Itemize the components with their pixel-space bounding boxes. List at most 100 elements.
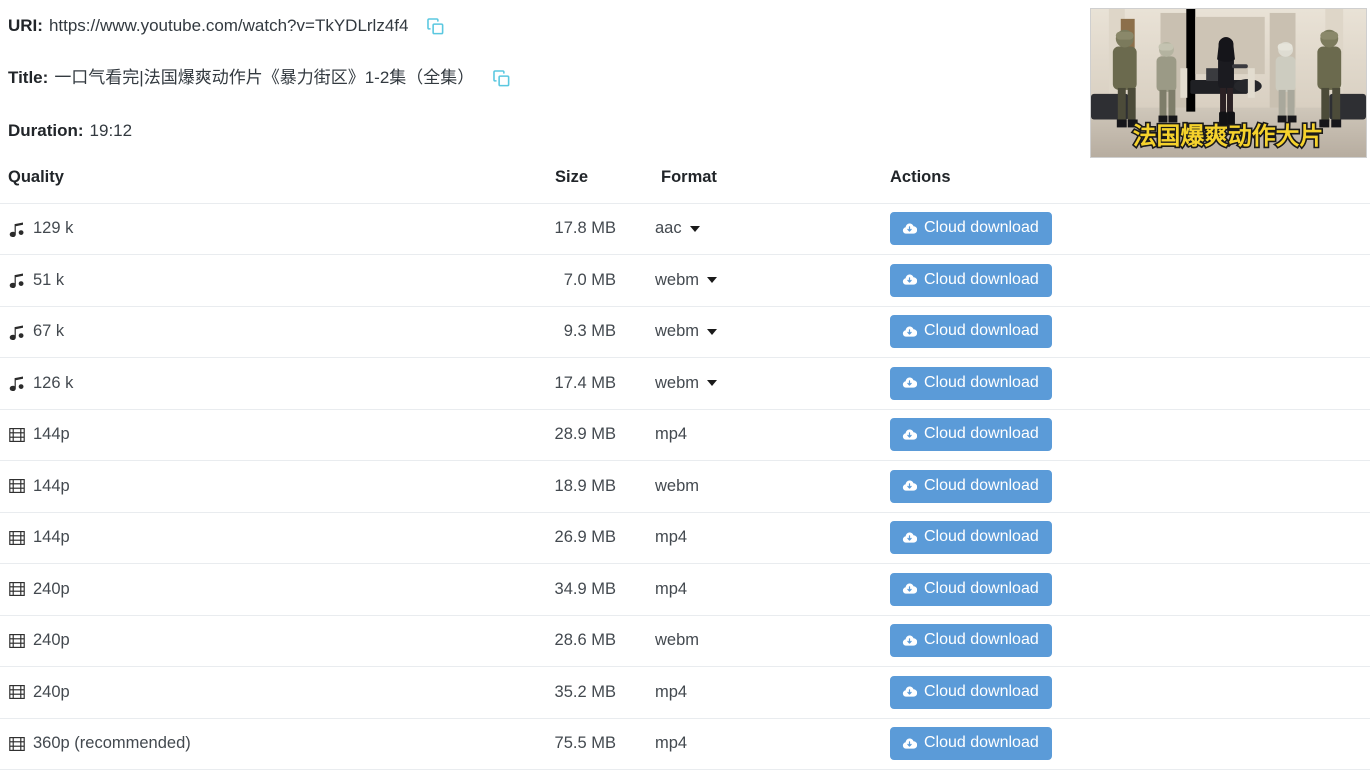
chevron-down-icon[interactable] [707, 380, 718, 387]
size-label: 28.6 MB [554, 631, 616, 650]
table-row: 129 k 17.8 MB aac Cloud download [0, 203, 1370, 255]
film-icon [8, 581, 25, 597]
film-icon [8, 530, 25, 546]
chevron-down-icon[interactable] [707, 277, 718, 284]
duration-value: 19:12 [89, 121, 133, 141]
title-label: Title: [8, 68, 49, 88]
cloud-download-icon [902, 324, 917, 339]
cell-size: 28.6 MB [545, 615, 655, 667]
cell-format: mp4 [655, 563, 890, 616]
cell-quality: 51 k [0, 254, 545, 307]
cloud-download-icon [902, 427, 917, 442]
cell-actions: Cloud download [890, 409, 1370, 461]
film-icon [8, 684, 25, 700]
cloud-download-label: Cloud download [924, 682, 1039, 700]
formats-table: Quality Size Format Actions 129 k 17.8 MB… [0, 158, 1370, 770]
format-label: webm [655, 476, 700, 495]
copy-icon[interactable] [492, 69, 511, 88]
table-row: 51 k 7.0 MB webm Cloud download [0, 254, 1370, 307]
film-icon [8, 478, 25, 494]
cell-size: 26.9 MB [545, 512, 655, 564]
cell-format: mp4 [655, 512, 890, 564]
column-header-format: Format [655, 158, 890, 204]
cloud-download-label: Cloud download [924, 476, 1039, 494]
cloud-download-icon [902, 221, 917, 236]
table-header-row: Quality Size Format Actions [0, 158, 1370, 204]
cell-quality: 144p [0, 460, 545, 513]
format-label: webm [655, 631, 700, 650]
cloud-download-icon [902, 581, 917, 596]
cloud-download-label: Cloud download [924, 734, 1039, 752]
duration-label: Duration: [8, 121, 84, 141]
cloud-download-button[interactable]: Cloud download [890, 263, 1052, 297]
cloud-download-label: Cloud download [924, 373, 1039, 391]
table-row: 240p 28.6 MB webm Cloud download [0, 615, 1370, 667]
thumbnail-image: 法国爆爽动作大片 [1091, 9, 1366, 157]
film-icon [8, 736, 25, 752]
chevron-down-icon[interactable] [689, 225, 700, 232]
cell-format: mp4 [655, 409, 890, 461]
cell-actions: Cloud download [890, 357, 1370, 410]
cloud-download-button[interactable]: Cloud download [890, 469, 1052, 503]
cloud-download-button[interactable]: Cloud download [890, 624, 1052, 658]
cloud-download-label: Cloud download [924, 425, 1039, 443]
column-header-actions: Actions [890, 158, 1370, 204]
cell-format: mp4 [655, 666, 890, 719]
table-row: 144p 26.9 MB mp4 Cloud download [0, 512, 1370, 564]
cloud-download-label: Cloud download [924, 579, 1039, 597]
size-label: 75.5 MB [554, 734, 616, 753]
cell-quality: 144p [0, 512, 545, 564]
cloud-download-button[interactable]: Cloud download [890, 521, 1052, 555]
cell-format: webm [655, 460, 890, 513]
thumbnail-overlay-text: 法国爆爽动作大片 [1133, 122, 1324, 150]
size-label: 17.8 MB [554, 219, 616, 238]
size-label: 7.0 MB [563, 270, 616, 289]
cloud-download-button[interactable]: Cloud download [890, 727, 1052, 761]
table-header: Quality Size Format Actions [0, 158, 1370, 204]
copy-icon[interactable] [426, 17, 445, 36]
format-label: webm [655, 322, 700, 341]
cloud-download-button[interactable]: Cloud download [890, 572, 1052, 606]
cell-actions: Cloud download [890, 718, 1370, 770]
chevron-down-icon[interactable] [707, 328, 718, 335]
cloud-download-button[interactable]: Cloud download [890, 315, 1052, 349]
format-label: mp4 [655, 579, 688, 598]
cell-size: 17.8 MB [545, 203, 655, 255]
cloud-download-label: Cloud download [924, 322, 1039, 340]
title-value: 一口气看完|法国爆爽动作片《暴力街区》1-2集（全集） [54, 68, 475, 88]
cell-quality: 129 k [0, 203, 545, 255]
cell-actions: Cloud download [890, 615, 1370, 667]
cloud-download-icon [902, 272, 917, 287]
uri-value: https://www.youtube.com/watch?v=TkYDLrlz… [48, 15, 409, 35]
cloud-download-label: Cloud download [924, 219, 1039, 237]
quality-label: 240p [33, 631, 70, 650]
cloud-download-button[interactable]: Cloud download [890, 366, 1052, 400]
quality-label: 240p [33, 579, 70, 598]
cloud-download-icon [902, 530, 917, 545]
downloader-page: URI: https://www.youtube.com/watch?v=TkY… [0, 0, 1370, 783]
quality-label: 129 k [33, 219, 74, 238]
format-label: aac [655, 219, 682, 238]
cell-format: webm [655, 615, 890, 667]
cloud-download-button[interactable]: Cloud download [890, 418, 1052, 452]
table-row: 126 k 17.4 MB webm Cloud download [0, 357, 1370, 410]
cell-actions: Cloud download [890, 512, 1370, 564]
cloud-download-label: Cloud download [924, 270, 1039, 288]
cell-size: 35.2 MB [545, 666, 655, 719]
cell-actions: Cloud download [890, 563, 1370, 616]
music-note-icon [8, 375, 25, 392]
cloud-download-label: Cloud download [924, 528, 1039, 546]
size-label: 35.2 MB [554, 682, 616, 701]
format-label: webm [655, 270, 700, 289]
cell-size: 7.0 MB [545, 254, 655, 307]
quality-label: 67 k [33, 322, 65, 341]
video-thumbnail[interactable]: 法国爆爽动作大片 [1090, 8, 1367, 158]
cloud-download-button[interactable]: Cloud download [890, 212, 1052, 246]
uri-label: URI: [8, 15, 43, 35]
cloud-download-button[interactable]: Cloud download [890, 675, 1052, 709]
column-header-quality: Quality [0, 158, 545, 204]
format-label: mp4 [655, 682, 688, 701]
cell-quality: 360p (recommended) [0, 718, 545, 770]
cell-size: 28.9 MB [545, 409, 655, 461]
size-label: 17.4 MB [554, 373, 616, 392]
